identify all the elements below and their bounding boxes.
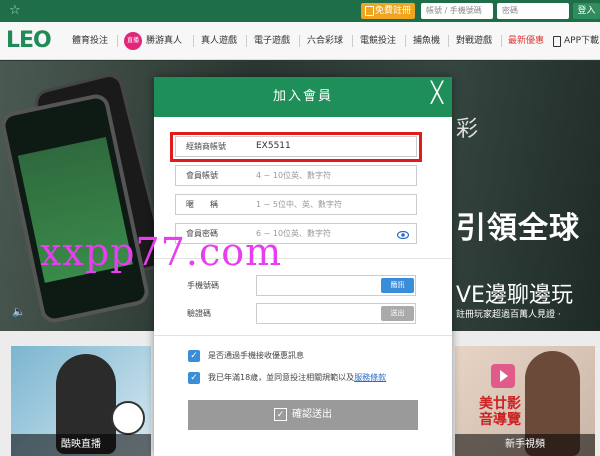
live-badge: 直播 xyxy=(124,32,142,50)
promo-checkbox[interactable]: ✓ xyxy=(188,350,200,362)
send-code-button[interactable]: 送出 xyxy=(381,306,414,321)
register-label: 免費註冊 xyxy=(374,6,411,16)
card-promo-title: 美廿影音導覽 xyxy=(479,396,521,428)
age-check-label: 我已年滿18歲，並同意投注相關規範以及服務條款 xyxy=(208,372,386,384)
sms-button[interactable]: 簡訊 xyxy=(381,278,414,293)
tutorial-card[interactable]: 美廿影音導覽 新手視頻 xyxy=(455,346,595,456)
nav-divider xyxy=(501,35,502,47)
nav-divider xyxy=(352,35,353,47)
account-input[interactable]: 帳號 / 手機號碼 xyxy=(421,3,493,19)
register-icon xyxy=(365,6,374,16)
hero-peek-text: 彩 xyxy=(456,117,479,142)
ball-image xyxy=(111,401,145,435)
nav-item-live-games[interactable]: 真人遊戲 xyxy=(201,34,237,48)
nav-item-esports[interactable]: 電競投注 xyxy=(360,34,396,48)
nav-item-sports[interactable]: 體育投注 xyxy=(72,34,108,48)
play-icon xyxy=(491,364,515,388)
nickname-input[interactable]: 1 ~ 5位中、英、數字符 xyxy=(256,195,342,214)
nav-divider xyxy=(117,35,118,47)
divider xyxy=(154,335,452,336)
agent-label: 經銷商帳號 xyxy=(186,142,226,151)
live-stream-card[interactable]: 酷映直播 xyxy=(11,346,151,456)
promo-check-label: 是否通過手機接收優惠訊息 xyxy=(208,351,304,360)
nav-item-slots[interactable]: 電子遊戲 xyxy=(254,34,290,48)
agent-input[interactable]: EX5511 xyxy=(256,137,291,156)
card-label: 新手視頻 xyxy=(455,434,595,456)
nav-item-live-casino[interactable]: 勝游真人 xyxy=(146,34,182,48)
age-checkbox[interactable]: ✓ xyxy=(188,372,200,384)
terms-link[interactable]: 服務條款 xyxy=(354,373,386,382)
password-input[interactable]: 密碼 xyxy=(497,3,569,19)
star-icon[interactable]: ☆ xyxy=(9,3,21,19)
submit-button[interactable]: ✓ 確認送出 xyxy=(188,400,418,430)
card-label: 酷映直播 xyxy=(11,434,151,456)
account-input[interactable]: 4 ~ 10位英、數字符 xyxy=(256,166,331,185)
hero-slogan-secondary: VE邊聊邊玩 xyxy=(456,283,573,308)
account-label: 會員帳號 xyxy=(186,171,218,180)
account-field[interactable]: 會員帳號 4 ~ 10位英、數字符 xyxy=(175,165,417,186)
login-button[interactable]: 登入 xyxy=(573,3,600,19)
agent-field[interactable]: 經銷商帳號 EX5511 xyxy=(175,136,417,157)
nav-bar: LEO 體育投注 直播 勝游真人 真人遊戲 電子遊戲 六合彩球 電競投注 捕魚機… xyxy=(0,22,600,60)
modal-header: 加入會員 ╳ xyxy=(154,77,452,117)
close-icon[interactable]: ╳ xyxy=(428,82,446,102)
nav-divider xyxy=(246,35,247,47)
nav-item-fishing[interactable]: 捕魚機 xyxy=(413,34,440,48)
register-button[interactable]: 免費註冊 xyxy=(361,3,415,19)
nav-divider xyxy=(405,35,406,47)
nav-item-promotions[interactable]: 最新優惠 xyxy=(508,34,544,48)
hero-footnote: 註冊玩家超過百萬人見證 · xyxy=(456,310,561,320)
logo[interactable]: LEO xyxy=(6,28,52,54)
submit-label: 確認送出 xyxy=(292,409,332,420)
phone-icon xyxy=(553,36,561,47)
code-label: 驗證碼 xyxy=(187,309,211,318)
hero-slogan: 引領全球 xyxy=(456,211,580,246)
nickname-label: 暱 稱 xyxy=(186,200,218,209)
nav-divider xyxy=(448,35,449,47)
nav-item-app-download[interactable]: APP下載 xyxy=(564,34,599,48)
check-icon: ✓ xyxy=(274,408,287,421)
watermark: xxpp77.com xyxy=(40,230,283,274)
nav-divider xyxy=(299,35,300,47)
phone-label: 手機號碼 xyxy=(187,281,219,290)
age-check-text: 我已年滿18歲，並同意投注相關規範以及 xyxy=(208,373,355,382)
nav-divider xyxy=(193,35,194,47)
speaker-icon[interactable]: 🔈 xyxy=(12,306,26,318)
eye-icon[interactable] xyxy=(397,229,409,241)
top-bar: ☆ 免費註冊 帳號 / 手機號碼 密碼 登入 xyxy=(0,0,600,22)
nav-item-battle[interactable]: 對戰遊戲 xyxy=(456,34,492,48)
modal-title: 加入會員 xyxy=(272,89,333,104)
nav-item-lottery[interactable]: 六合彩球 xyxy=(307,34,343,48)
nickname-field[interactable]: 暱 稱 1 ~ 5位中、英、數字符 xyxy=(175,194,417,215)
